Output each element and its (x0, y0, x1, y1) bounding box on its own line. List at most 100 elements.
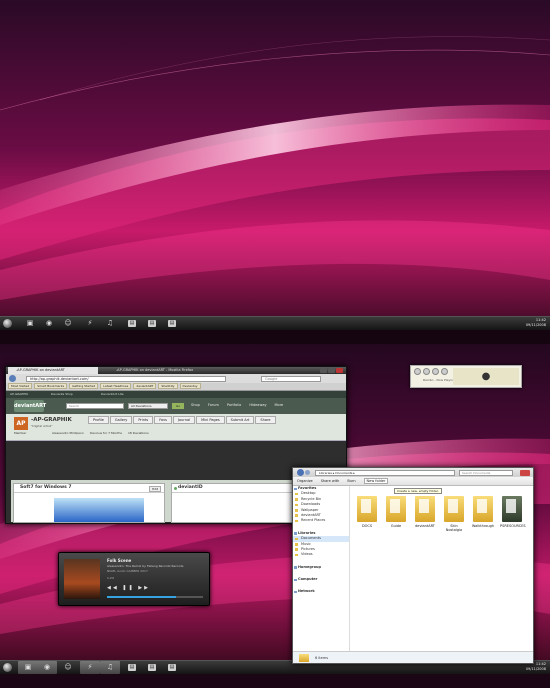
close-button[interactable] (520, 469, 530, 476)
profile-tab[interactable]: Profile (88, 416, 109, 424)
bookmark-item[interactable]: ShellCity (158, 383, 178, 389)
folder-item[interactable]: Skin Nostalgia (442, 496, 466, 532)
nav-item[interactable]: Network (293, 589, 349, 594)
browser-tab[interactable]: -AP-GRAPHIK on deviantART (8, 367, 98, 374)
deviantart-logo[interactable]: deviantART (14, 400, 46, 412)
maximize-button[interactable] (328, 368, 335, 373)
firefox-icon[interactable]: ◉ (45, 320, 53, 327)
search-input[interactable]: Search Documents (459, 469, 513, 476)
browser-search-input[interactable]: Google (261, 375, 321, 382)
wallpaper (0, 0, 550, 330)
folder-item[interactable]: Walkthrough (471, 496, 495, 528)
next-icon[interactable] (432, 368, 439, 375)
bookmark-item[interactable]: deviantART (133, 383, 157, 389)
profile-tab[interactable]: Mini Pages (196, 416, 225, 424)
track-title: Folk Scene (107, 558, 132, 563)
folder-icon[interactable]: ▣ (24, 664, 32, 671)
explorer-window: Libraries ▸ Documents ▸ Search Documents… (292, 467, 534, 664)
avatar[interactable]: AP (14, 417, 28, 430)
seek-progress (107, 596, 177, 598)
site-menu-item[interactable]: Forum (208, 403, 219, 407)
search-go-button[interactable]: Go (172, 403, 184, 409)
music-icon[interactable]: ♫ (106, 320, 114, 327)
address-bar[interactable]: Libraries ▸ Documents ▸ (315, 469, 455, 476)
bookmark-item[interactable]: Latest Headlines (100, 383, 132, 389)
bookmark-item[interactable]: Smart Bookmarks (34, 383, 68, 389)
site-search-input[interactable]: Search (66, 403, 124, 409)
toolbar-button[interactable]: Organize (297, 479, 313, 483)
play-icon[interactable] (423, 368, 430, 375)
profile-info: Member Alessandro Phillipson Devious for 7… (14, 431, 166, 435)
pause-icon[interactable]: ❚❚ (122, 585, 134, 591)
bookmark-item[interactable]: Most Visited (8, 383, 33, 389)
profile-tab[interactable]: Journal (172, 416, 196, 424)
previous-icon[interactable]: ◀◀ (107, 585, 119, 591)
site-menu-item[interactable]: Hideaway (249, 403, 266, 407)
profile-tab[interactable]: Submit Art (225, 416, 255, 424)
deviantart-header: deviantART Search All Deviations Go Shop… (6, 398, 346, 414)
forward-button[interactable] (305, 470, 310, 475)
bookmark-item[interactable]: Getting Started (69, 383, 99, 389)
seek-bar[interactable] (107, 596, 203, 598)
site-menu-item[interactable]: More (275, 403, 284, 407)
folder-icon (473, 496, 493, 522)
edit-button[interactable]: Edit (149, 486, 161, 492)
previous-icon[interactable] (414, 368, 421, 375)
bookmarks-toolbar: Most Visited Smart Bookmarks Getting Start… (6, 383, 346, 391)
preview-thumbnail[interactable] (54, 498, 144, 522)
profile-tab[interactable]: Gallery (109, 416, 133, 424)
site-bar-item[interactable]: DeviantArt Lite (101, 391, 124, 398)
people-icon[interactable]: ☺ (64, 320, 72, 327)
site-menu-item[interactable]: Shop (191, 403, 200, 407)
close-button[interactable] (336, 368, 343, 373)
profile-tabs: Profile Gallery Prints Favs Journal Mini Page… (88, 416, 277, 424)
toolbar-button[interactable]: Burn (347, 479, 355, 483)
folder-item[interactable]: PSRESOURCES (500, 496, 526, 528)
music-icon[interactable]: ♫ (106, 664, 114, 671)
track-album: NIGEL Audio CAMBER 2017 (107, 569, 148, 573)
app-icon[interactable]: ▤ (148, 320, 156, 327)
profile-tab[interactable]: Prints (133, 416, 154, 424)
stop-icon[interactable] (441, 368, 448, 375)
toolbar-button[interactable]: Share with (321, 479, 340, 483)
url-bar[interactable]: http://ap-graphik.deviantart.com/ (26, 375, 226, 382)
site-menu-item[interactable]: Portfolio (227, 403, 241, 407)
site-bar-item[interactable]: AP-GRAPHIK (10, 392, 28, 396)
plug-icon[interactable]: ⚡ (86, 320, 94, 327)
app-icon[interactable]: ▤ (148, 664, 156, 671)
clock-date: 09/11/2008 (525, 323, 546, 327)
back-button[interactable] (9, 375, 16, 382)
back-button[interactable] (297, 469, 304, 476)
minimize-button[interactable] (320, 368, 327, 373)
file-view: Create a new, empty folder. DOCS Guide dev… (351, 488, 531, 648)
bookmark-item[interactable]: Deviantsy (179, 383, 201, 389)
folder-icon (444, 496, 464, 522)
app-icon[interactable]: ▤ (168, 664, 176, 671)
profile-tab[interactable]: Share (255, 416, 276, 424)
start-orb[interactable] (3, 319, 12, 328)
firefox-icon[interactable]: ◉ (43, 664, 51, 671)
profile-tab[interactable]: Favs (154, 416, 172, 424)
people-icon[interactable]: ☺ (64, 664, 72, 671)
start-orb[interactable] (3, 663, 12, 672)
app-icon[interactable]: ▤ (168, 320, 176, 327)
folder-item[interactable]: Guide (384, 496, 408, 528)
site-menu: Shop Forum Portfolio Hideaway More (191, 403, 291, 407)
clock[interactable]: 11:42 09/11/2008 (526, 318, 546, 328)
folder-name: Walkthrough (471, 524, 495, 528)
toolbar-button[interactable]: New folder (363, 478, 389, 484)
media-player: Folk Scene Alessandro: The Remix by Fell… (58, 552, 210, 606)
folder-item[interactable]: DOCS (355, 496, 379, 528)
site-bar-item[interactable]: Deviants Shop (51, 391, 73, 398)
profile-username[interactable]: -AP-GRAPHIK (31, 417, 72, 423)
next-icon[interactable]: ▶▶ (138, 585, 150, 591)
app-icon[interactable]: ▤ (128, 320, 136, 327)
app-icon[interactable]: ▤ (128, 664, 136, 671)
folder-item[interactable]: deviantART (413, 496, 437, 528)
browser-titlebar[interactable]: -AP-GRAPHIK on deviantART -AP-GRAPHIK on… (6, 367, 346, 374)
folder-icon[interactable]: ▣ (26, 320, 34, 327)
plug-icon[interactable]: ⚡ (86, 664, 94, 671)
search-scope-select[interactable]: All Deviations (128, 403, 168, 409)
folder-name: PSRESOURCES (500, 524, 526, 528)
